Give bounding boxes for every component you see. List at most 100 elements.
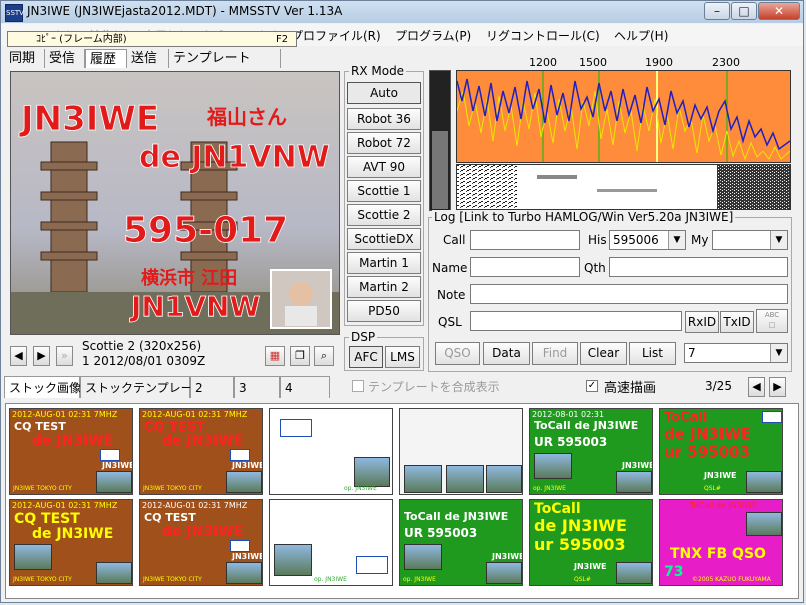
color-tool-button[interactable]: ▦ xyxy=(265,346,285,366)
menu-rig-control[interactable]: リグコントロール(C) xyxy=(486,27,600,44)
band-select[interactable]: 7 ▼ xyxy=(684,343,788,363)
fast-draw-checkbox[interactable]: ✓ xyxy=(586,380,598,392)
note-label: Note xyxy=(437,288,466,302)
waterfall-display[interactable] xyxy=(456,164,791,210)
menu-help[interactable]: ヘルプ(H) xyxy=(614,27,668,44)
thumb-line2: de JN3IWE xyxy=(534,516,627,535)
tab-receive[interactable]: 受信 xyxy=(45,49,85,68)
rx-mode-auto[interactable]: Auto xyxy=(347,82,421,104)
stock-thumb[interactable]: 2012-AUG-01 02:31 7MHZ CQ TEST de JN3IWE… xyxy=(139,408,263,495)
qsl-input[interactable] xyxy=(470,311,682,331)
tab-stock-template-1[interactable]: ストックテンプレート 1 xyxy=(80,376,216,398)
thumb-call: JN3IWE xyxy=(574,562,607,571)
stock-thumb[interactable]: ToCall de JN3IWE TNX FB QSO 73 ©2005 KAZ… xyxy=(659,499,783,586)
rx-mode-avt90[interactable]: AVT 90 xyxy=(347,156,421,178)
chevron-down-icon: ▼ xyxy=(770,231,787,249)
rx-mode-robot72[interactable]: Robot 72 xyxy=(347,132,421,154)
double-chevron-icon: » xyxy=(61,349,68,362)
rx-mode-scottie2[interactable]: Scottie 2 xyxy=(347,204,421,226)
thumb-header: ToCall de JN3IWE xyxy=(690,501,758,510)
stock-thumb[interactable]: 2012-AUG-01 02:31 7MHZ CQ TEST de JN3IWE… xyxy=(139,499,263,586)
abc-label: ABC xyxy=(764,311,780,319)
thumb-footer: op. JN3IWE xyxy=(344,485,377,492)
rxid-button[interactable]: RxID xyxy=(685,311,719,333)
my-rst-select[interactable]: ▼ xyxy=(712,230,788,250)
stock-thumb[interactable] xyxy=(399,408,523,495)
stock-thumb[interactable]: op. JN3IWE xyxy=(269,408,393,495)
zoom-button[interactable]: ⌕ xyxy=(314,346,334,366)
close-button[interactable]: ✕ xyxy=(758,2,800,20)
thumb-call: JN3IWE xyxy=(232,461,263,470)
band-value: 7 xyxy=(688,346,696,360)
page-next-button[interactable]: ▶ xyxy=(769,377,786,397)
main-window: SSTV JN3IWE (JN3IWEjasta2012.MDT) - MMSS… xyxy=(0,0,804,603)
stock-thumb[interactable]: 2012-AUG-01 02:31 7MHZ CQ TEST de JN3IWE… xyxy=(9,499,133,586)
thumb-footer: op. JN3IWE xyxy=(403,576,436,583)
thumb-photo xyxy=(534,453,572,479)
tab-stock-template-2[interactable]: 2 xyxy=(190,376,234,398)
his-rst-select[interactable]: 595006 ▼ xyxy=(609,230,686,250)
jarl-stamp-icon xyxy=(280,419,312,437)
jarl-stamp-icon xyxy=(762,411,782,423)
tab-stock-template-4[interactable]: 4 xyxy=(280,376,330,398)
thumb-call: JN3IWE xyxy=(622,461,653,470)
rx-mode-scottie1[interactable]: Scottie 1 xyxy=(347,180,421,202)
stock-thumb[interactable]: 2012-08-01 02:31 ToCall de JN3IWE UR 595… xyxy=(529,408,653,495)
name-input[interactable] xyxy=(470,257,580,277)
qth-input[interactable] xyxy=(609,257,788,277)
next-button[interactable]: ▶ xyxy=(33,346,50,366)
afc-button[interactable]: AFC xyxy=(349,346,383,368)
stock-thumb[interactable]: 2012-AUG-01 02:31 7MHZ CQ TEST de JN3IWE… xyxy=(9,408,133,495)
page-prev-button[interactable]: ◀ xyxy=(748,377,765,397)
stock-thumb[interactable]: ToCall de JN3IWE ur 595003 JN3IWE QSL# xyxy=(659,408,783,495)
tab-stock-images[interactable]: ストック画像 xyxy=(4,376,81,398)
txid-button[interactable]: TxID xyxy=(720,311,754,333)
qso-button[interactable]: QSO xyxy=(435,342,480,365)
data-button[interactable]: Data xyxy=(483,342,530,365)
clear-button[interactable]: Clear xyxy=(580,342,627,365)
rx-mode-scottiedx[interactable]: ScottieDX xyxy=(347,228,421,250)
level-meter-fill xyxy=(432,131,448,209)
rx-mode-robot36[interactable]: Robot 36 xyxy=(347,108,421,130)
thumb-footer: JN3IWE TOKYO CITY xyxy=(13,485,72,492)
fast-forward-button[interactable]: » xyxy=(56,346,73,366)
thumb-header: 2012-AUG-01 02:31 7MHZ xyxy=(12,501,118,510)
thumb-footer: op. JN3IWE xyxy=(314,576,347,583)
prev-button[interactable]: ◀ xyxy=(10,346,27,366)
list-button[interactable]: List xyxy=(629,342,676,365)
image-mode-label: Scottie 2 (320x256) xyxy=(82,339,202,353)
maximize-button[interactable]: □ xyxy=(731,2,757,20)
tab-send[interactable]: 送信 xyxy=(127,49,169,68)
tab-sync[interactable]: 同期 xyxy=(5,49,45,68)
rx-mode-martin1[interactable]: Martin 1 xyxy=(347,252,421,274)
tab-stock-template-3[interactable]: 3 xyxy=(234,376,280,398)
template-compose-checkbox[interactable] xyxy=(352,380,364,392)
thumb-line2: UR 595003 xyxy=(534,435,608,449)
image-text-qth: 横浜市 江田 xyxy=(141,267,237,289)
thumb-line2: de JN3IWE xyxy=(162,433,244,449)
abc-button[interactable]: ABC □ xyxy=(756,309,788,333)
rx-mode-pd50[interactable]: PD50 xyxy=(347,300,421,322)
stock-thumb[interactable]: op. JN3IWE xyxy=(269,499,393,586)
title-bar[interactable]: SSTV JN3IWE (JN3IWEjasta2012.MDT) - MMSS… xyxy=(1,1,803,23)
tab-history[interactable]: 履歴 xyxy=(85,49,127,68)
call-input[interactable] xyxy=(470,230,580,250)
copy-button[interactable]: ❐ xyxy=(290,346,310,366)
find-button[interactable]: Find xyxy=(532,342,578,365)
menu-profile[interactable]: プロファイル(R) xyxy=(291,27,381,44)
stock-thumb[interactable]: ToCall de JN3IWE UR 595003 JN3IWE op. JN… xyxy=(399,499,523,586)
stock-thumb[interactable]: ToCall de JN3IWE ur 595003 JN3IWE QSL# xyxy=(529,499,653,586)
note-input[interactable] xyxy=(470,284,788,304)
received-image[interactable]: JN3IWE 福山さん de JN1VNW 595-017 横浜市 江田 JN1… xyxy=(10,71,340,335)
thumb-line1: CQ TEST xyxy=(144,511,196,524)
spectrum-display[interactable] xyxy=(456,70,791,163)
menu-program[interactable]: プログラム(P) xyxy=(395,27,471,44)
rx-mode-martin2[interactable]: Martin 2 xyxy=(347,276,421,298)
thumb-footer: JN3IWE TOKYO CITY xyxy=(143,576,202,583)
tab-template[interactable]: テンプレート xyxy=(169,49,281,68)
call-label: Call xyxy=(443,233,466,247)
sstv-app-icon: SSTV xyxy=(5,4,24,22)
lms-button[interactable]: LMS xyxy=(385,346,420,368)
minimize-button[interactable]: – xyxy=(704,2,730,20)
thumb-photo xyxy=(616,471,652,493)
